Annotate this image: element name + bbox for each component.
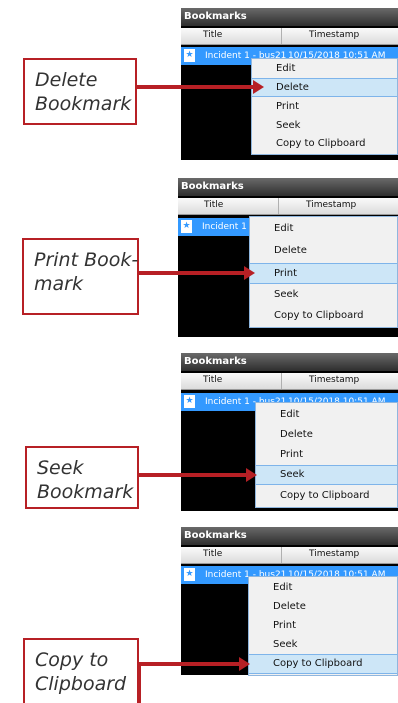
callout-line-2: Bookmark: [35, 93, 132, 115]
context-menu: Edit Delete Print Seek Copy to Clipboard: [248, 576, 398, 676]
column-headers: Title Timestamp: [181, 373, 398, 390]
arrow-pointer: [137, 657, 250, 671]
menu-item-print[interactable]: Print: [252, 97, 397, 116]
column-timestamp[interactable]: Timestamp: [306, 200, 356, 210]
menu-item-delete[interactable]: Delete: [256, 425, 397, 444]
menu-item-delete[interactable]: Delete: [249, 597, 397, 616]
column-timestamp[interactable]: Timestamp: [309, 30, 359, 40]
callout-line-1: Delete: [35, 69, 98, 91]
menu-item-print[interactable]: Print: [249, 616, 397, 635]
panel-header: Bookmarks: [181, 353, 398, 371]
menu-item-copy[interactable]: Copy to Clipboard: [250, 306, 397, 325]
column-title[interactable]: Title: [203, 549, 222, 559]
callout-line-1: Seek: [37, 457, 84, 479]
menu-item-print[interactable]: Print: [256, 445, 397, 464]
callout-seek: Seek Bookmark: [25, 446, 139, 509]
arrow-pointer: [137, 80, 264, 94]
bookmark-star-icon: ★: [181, 220, 192, 233]
menu-item-edit[interactable]: Edit: [256, 405, 397, 424]
menu-item-delete[interactable]: Delete: [250, 241, 397, 260]
callout-line-1: Print Book-: [34, 249, 139, 271]
column-headers: Title Timestamp: [181, 547, 398, 564]
callout-print: Print Book- mark: [22, 238, 139, 315]
column-title[interactable]: Title: [204, 200, 223, 210]
bookmark-star-icon: ★: [184, 49, 195, 62]
arrow-pointer: [139, 468, 257, 482]
menu-item-seek[interactable]: Seek: [256, 465, 397, 485]
callout-line-1: Copy to: [35, 649, 109, 671]
panel-header: Bookmarks: [178, 178, 398, 196]
callout-line-2: mark: [34, 273, 83, 295]
callout-delete: Delete Bookmark: [23, 58, 137, 125]
menu-item-copy[interactable]: Copy to Clipboard: [249, 654, 397, 674]
callout-line-2: Clipboard: [35, 673, 127, 695]
menu-item-copy[interactable]: Copy to Clipboard: [252, 134, 397, 153]
connector-line: [137, 666, 141, 703]
callout-line-2: Bookmark: [37, 481, 134, 503]
column-headers: Title Timestamp: [181, 28, 398, 45]
menu-item-copy[interactable]: Copy to Clipboard: [256, 486, 397, 505]
bookmark-star-icon: ★: [184, 395, 195, 408]
panel-header: Bookmarks: [181, 527, 398, 545]
context-menu: Edit Delete Print Seek Copy to Clipboard: [249, 216, 398, 328]
column-title[interactable]: Title: [203, 375, 222, 385]
column-timestamp[interactable]: Timestamp: [309, 375, 359, 385]
arrow-pointer: [139, 266, 255, 280]
bookmark-star-icon: ★: [184, 568, 195, 581]
menu-item-print[interactable]: Print: [250, 263, 397, 284]
menu-item-edit[interactable]: Edit: [252, 59, 397, 78]
menu-item-seek[interactable]: Seek: [250, 285, 397, 304]
column-headers: Title Timestamp: [178, 198, 398, 215]
context-menu: Edit Delete Print Seek Copy to Clipboard: [255, 402, 398, 508]
menu-item-seek[interactable]: Seek: [252, 116, 397, 135]
menu-item-delete[interactable]: Delete: [252, 78, 397, 97]
callout-copy: Copy to Clipboard: [23, 638, 139, 703]
menu-item-edit[interactable]: Edit: [250, 219, 397, 238]
column-title[interactable]: Title: [203, 30, 222, 40]
column-timestamp[interactable]: Timestamp: [309, 549, 359, 559]
context-menu: Edit Delete Print Seek Copy to Clipboard: [251, 58, 398, 155]
panel-header: Bookmarks: [181, 8, 398, 26]
menu-item-seek[interactable]: Seek: [249, 635, 397, 654]
menu-item-edit[interactable]: Edit: [249, 578, 397, 597]
